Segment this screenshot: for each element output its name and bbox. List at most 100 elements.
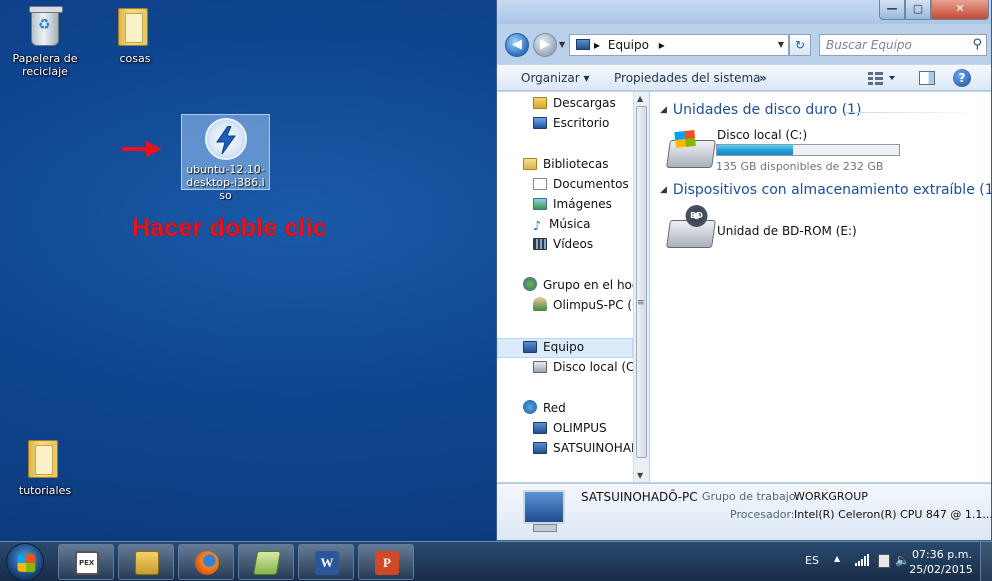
network-icon — [523, 400, 537, 414]
nav-item-label: Escritorio — [553, 116, 610, 130]
group-header-hdd[interactable]: ◢ Unidades de disco duro (1) — [660, 102, 861, 118]
nav-item-equipo[interactable]: Equipo — [523, 337, 584, 357]
folder-icon — [252, 551, 282, 575]
nav-item-label: Bibliotecas — [543, 157, 609, 171]
network-signal-icon[interactable] — [855, 554, 869, 566]
double-click-hint: Hacer doble clic — [132, 214, 327, 242]
taskbar-app-pex[interactable] — [58, 544, 114, 580]
breadcrumb-separator[interactable]: ▸ — [594, 38, 600, 52]
nav-item-olimpus[interactable]: OLIMPUS — [533, 418, 607, 438]
folder-icon — [135, 551, 159, 575]
taskbar-powerpoint[interactable]: P — [358, 544, 414, 580]
scroll-up-arrow-icon[interactable]: ▲ — [637, 94, 643, 103]
search-placeholder: Buscar Equipo — [826, 38, 912, 52]
cosas-folder-label: cosas — [119, 52, 151, 65]
nav-item-imagenes[interactable]: Imágenes — [533, 194, 612, 214]
folder-icon — [118, 8, 152, 48]
nav-scrollbar[interactable]: ▲ ≡ ▼ — [633, 92, 649, 482]
network-computer-icon — [533, 422, 547, 434]
homegroup-icon — [523, 277, 537, 291]
nav-item-label: Disco local (C:) — [553, 360, 644, 374]
nav-item-escritorio[interactable]: Escritorio — [533, 113, 609, 133]
taskbar-word[interactable]: W — [298, 544, 354, 580]
group-header-label: Dispositivos con almacenamiento extraíbl… — [672, 182, 992, 198]
recycle-bin-icon — [28, 6, 63, 48]
taskbar-folder[interactable] — [238, 544, 294, 580]
collapse-icon[interactable]: ◢ — [660, 185, 667, 195]
close-button[interactable]: ✕ — [931, 0, 989, 20]
ubuntu-iso-file[interactable]: ubuntu-12.10-desktop-i386.iso — [181, 114, 270, 202]
show-hidden-icons-icon[interactable]: ▲ — [834, 554, 840, 563]
show-desktop-button[interactable] — [980, 542, 992, 581]
nav-item-disco-local[interactable]: Disco local (C:) — [533, 357, 643, 377]
nav-item-olimpus-pc[interactable]: OlimpuS-PC (OlimpuS) — [533, 295, 648, 315]
change-view-icon[interactable] — [867, 70, 897, 86]
maximize-button[interactable]: ▢ — [905, 0, 931, 20]
nav-item-musica[interactable]: ♪ Música — [533, 214, 591, 234]
nav-item-label: Documentos — [553, 177, 629, 191]
collapse-icon[interactable]: ◢ — [660, 105, 667, 115]
app-window-icon — [75, 551, 99, 575]
scroll-down-arrow-icon[interactable]: ▼ — [637, 471, 643, 480]
taskbar-firefox[interactable] — [178, 544, 234, 580]
computer-icon — [523, 341, 537, 353]
computer-icon — [576, 39, 590, 50]
nav-item-label: Vídeos — [553, 237, 594, 251]
system-properties-button[interactable]: Propiedades del sistema — [614, 71, 761, 85]
forward-button[interactable]: ▶ — [533, 33, 557, 57]
breadcrumb-equipo[interactable]: Equipo — [608, 38, 649, 52]
breadcrumb-separator[interactable]: ▸ — [659, 38, 665, 52]
video-film-icon — [533, 238, 547, 250]
cosas-folder-shortcut[interactable]: cosas — [95, 8, 175, 65]
address-bar[interactable]: ▸ Equipo ▸ ▼ — [569, 34, 789, 56]
details-processor-label: Procesador: — [730, 508, 795, 521]
red-arrow-icon — [122, 141, 162, 157]
refresh-button[interactable]: ↻ — [789, 34, 811, 56]
organize-button[interactable]: Organizar ▾ — [521, 71, 590, 85]
clock-time[interactable]: 07:36 p.m. — [912, 548, 972, 561]
computer-monitor-icon — [523, 490, 565, 532]
nav-item-bibliotecas[interactable]: Bibliotecas — [523, 154, 608, 174]
nav-item-documentos[interactable]: Documentos — [533, 174, 629, 194]
details-processor-value: Intel(R) Celeron(R) CPU 847 @ 1.1... — [794, 508, 992, 521]
command-bar: Organizar ▾ Propiedades del sistema » ? — [497, 64, 991, 91]
preview-pane-icon[interactable] — [919, 71, 935, 85]
nav-item-descargas[interactable]: Descargas — [533, 93, 616, 113]
libraries-icon — [523, 158, 537, 170]
recycle-bin-shortcut[interactable]: Papelera de reciclaje — [5, 6, 85, 78]
help-button[interactable]: ? — [953, 69, 971, 87]
address-dropdown-icon[interactable]: ▼ — [778, 35, 784, 55]
documents-icon — [533, 178, 547, 190]
bd-rom-drive-icon — [666, 220, 716, 248]
nav-item-grupo-hogar[interactable]: Grupo en el hogar — [523, 275, 648, 295]
search-input[interactable]: Buscar Equipo ⚲ — [819, 34, 987, 56]
tutoriales-folder-label: tutoriales — [18, 484, 72, 497]
more-commands-button[interactable]: » — [759, 71, 767, 85]
network-computer-icon — [533, 442, 547, 454]
clock-date[interactable]: 25/02/2015 — [908, 563, 974, 576]
nav-item-videos[interactable]: Vídeos — [533, 234, 593, 254]
action-center-flag-icon[interactable] — [878, 554, 890, 568]
recycle-bin-label: Papelera de reciclaje — [12, 52, 78, 78]
minimize-button[interactable]: — — [879, 0, 905, 20]
music-note-icon: ♪ — [533, 219, 542, 234]
tutoriales-folder-shortcut[interactable]: tutoriales — [5, 440, 85, 497]
nav-item-red[interactable]: Red — [523, 398, 566, 418]
scroll-thumb[interactable] — [636, 106, 647, 458]
nav-item-satsuinohado-pc[interactable]: SATSUINOHADŌ-PC — [533, 438, 648, 458]
group-header-removable[interactable]: ◢ Dispositivos con almacenamiento extraíb… — [660, 182, 992, 198]
nav-item-label: Descargas — [553, 96, 616, 110]
history-dropdown-icon[interactable]: ▼ — [559, 40, 565, 49]
search-icon[interactable]: ⚲ — [972, 35, 982, 55]
back-button[interactable]: ◀ — [505, 33, 529, 57]
explorer-window[interactable]: — ▢ ✕ ◀ ▶ ▼ ▸ Equipo ▸ ▼ ↻ Buscar Equipo… — [496, 0, 992, 541]
details-workgroup-label: Grupo de trabajo: — [702, 490, 800, 503]
nav-item-label: OLIMPUS — [553, 421, 607, 435]
taskbar-windows-explorer[interactable] — [118, 544, 174, 580]
nav-item-label: Música — [549, 217, 591, 231]
local-disk-icon — [533, 361, 547, 373]
start-button[interactable] — [6, 543, 44, 581]
window-titlebar[interactable]: — ▢ ✕ — [497, 0, 991, 24]
downloads-folder-icon — [533, 97, 547, 109]
language-indicator[interactable]: ES — [805, 554, 819, 567]
